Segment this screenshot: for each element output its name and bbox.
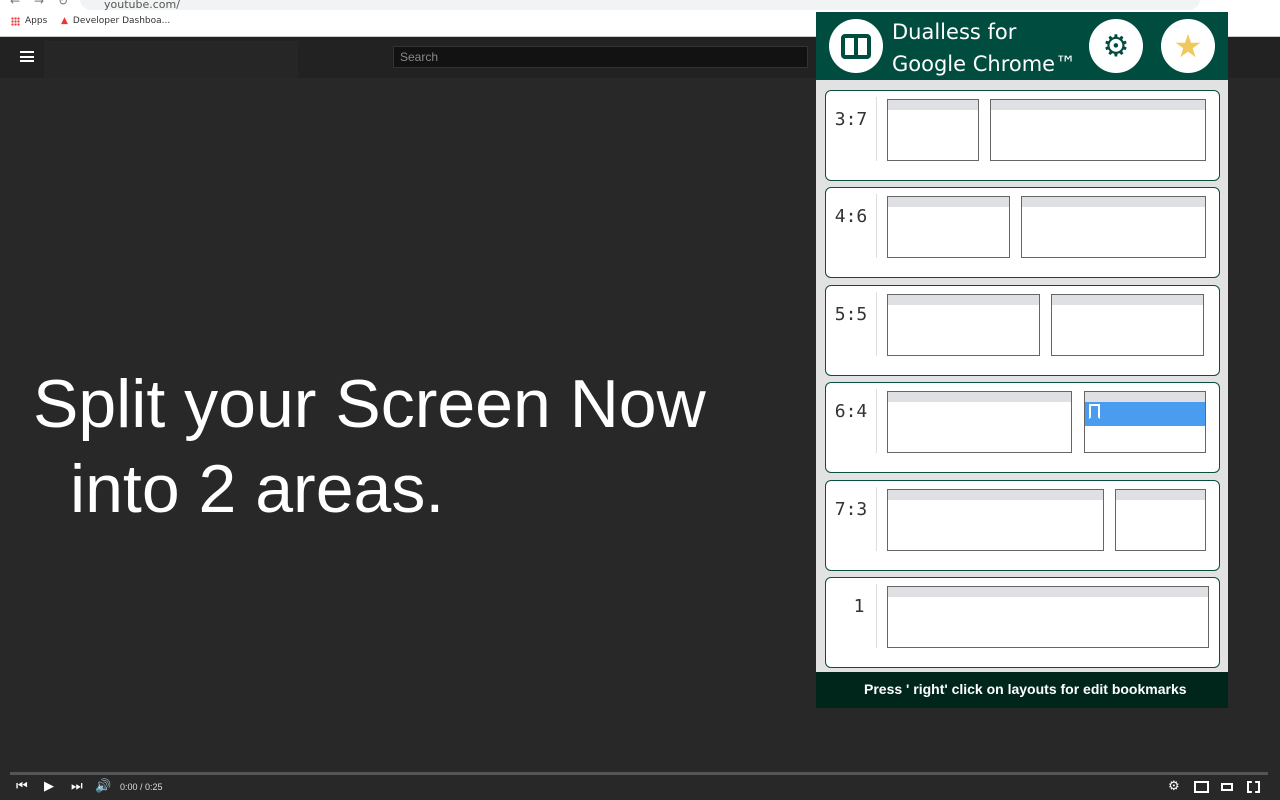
bookmark-apps[interactable]: Apps xyxy=(11,16,47,26)
url-text: youtube.com/ xyxy=(104,0,180,11)
window-right xyxy=(1051,294,1204,356)
popup-footer-hint: Press ' right' click on layouts for edit… xyxy=(816,672,1228,708)
bookmark-developer-dashboard[interactable]: ▲ Developer Dashboa... xyxy=(61,16,170,26)
theater-mode-icon[interactable] xyxy=(1221,783,1233,791)
dualless-logo-icon xyxy=(829,19,883,73)
layout-5-5[interactable]: 5:5 xyxy=(825,285,1220,376)
previous-icon[interactable]: ⏮ xyxy=(16,779,28,794)
menu-icon[interactable] xyxy=(20,51,34,62)
layout-6-4[interactable]: 6:4 xyxy=(825,382,1220,473)
layout-ratio: 6:4 xyxy=(826,401,876,422)
window-right xyxy=(1021,196,1206,258)
bookmark-icon xyxy=(1089,404,1100,419)
volume-icon[interactable]: 🔊 xyxy=(95,779,111,794)
layout-ratio: 5:5 xyxy=(826,304,876,325)
chrome-store-icon: ▲ xyxy=(61,16,68,26)
dualless-popup: Dualless forGoogle Chrome™ ⚙ ★ 3:7 4:6 5… xyxy=(816,12,1228,708)
layout-ratio: 4:6 xyxy=(826,206,876,227)
layout-1[interactable]: 1 xyxy=(825,577,1220,668)
video-caption-line2: into 2 areas. xyxy=(70,450,444,528)
window-left xyxy=(887,391,1072,453)
window-left xyxy=(887,99,979,161)
video-progress-bar[interactable] xyxy=(10,772,1268,775)
fullscreen-icon[interactable] xyxy=(1247,781,1260,793)
window-right xyxy=(1115,489,1206,551)
header-left-area xyxy=(44,41,298,78)
forward-icon[interactable]: → xyxy=(34,0,44,8)
layout-4-6[interactable]: 4:6 xyxy=(825,187,1220,278)
next-icon[interactable]: ⏭ xyxy=(71,779,83,794)
layout-ratio: 7:3 xyxy=(826,499,876,520)
popup-title: Dualless forGoogle Chrome™ xyxy=(892,16,1076,80)
layout-3-7[interactable]: 3:7 xyxy=(825,90,1220,181)
gears-icon: ⚙ xyxy=(1103,29,1130,64)
video-time: 0:00 / 0:25 xyxy=(120,782,163,792)
settings-button[interactable]: ⚙ xyxy=(1089,19,1143,73)
search-input[interactable]: Search xyxy=(393,46,808,68)
reload-icon[interactable]: ↻ xyxy=(58,0,68,8)
popup-header: Dualless forGoogle Chrome™ ⚙ ★ xyxy=(816,12,1228,80)
play-icon[interactable]: ▶ xyxy=(44,779,54,794)
window-left xyxy=(887,196,1010,258)
video-caption-line1: Split your Screen Now xyxy=(33,365,706,443)
layout-7-3[interactable]: 7:3 xyxy=(825,480,1220,571)
bookmark-label: Developer Dashboa... xyxy=(73,16,170,26)
window-left xyxy=(887,294,1040,356)
address-bar[interactable]: youtube.com/ xyxy=(80,0,1200,10)
settings-icon[interactable]: ⚙ xyxy=(1168,779,1180,794)
window-full xyxy=(887,586,1209,648)
favorite-button[interactable]: ★ xyxy=(1161,19,1215,73)
star-icon: ★ xyxy=(1174,27,1203,65)
layout-ratio: 3:7 xyxy=(826,109,876,130)
miniplayer-icon[interactable] xyxy=(1194,781,1209,793)
window-left xyxy=(887,489,1104,551)
bookmark-label: Apps xyxy=(25,16,47,26)
apps-icon xyxy=(11,17,20,26)
window-right xyxy=(1084,391,1206,453)
window-right xyxy=(990,99,1206,161)
back-icon[interactable]: ← xyxy=(10,0,20,8)
